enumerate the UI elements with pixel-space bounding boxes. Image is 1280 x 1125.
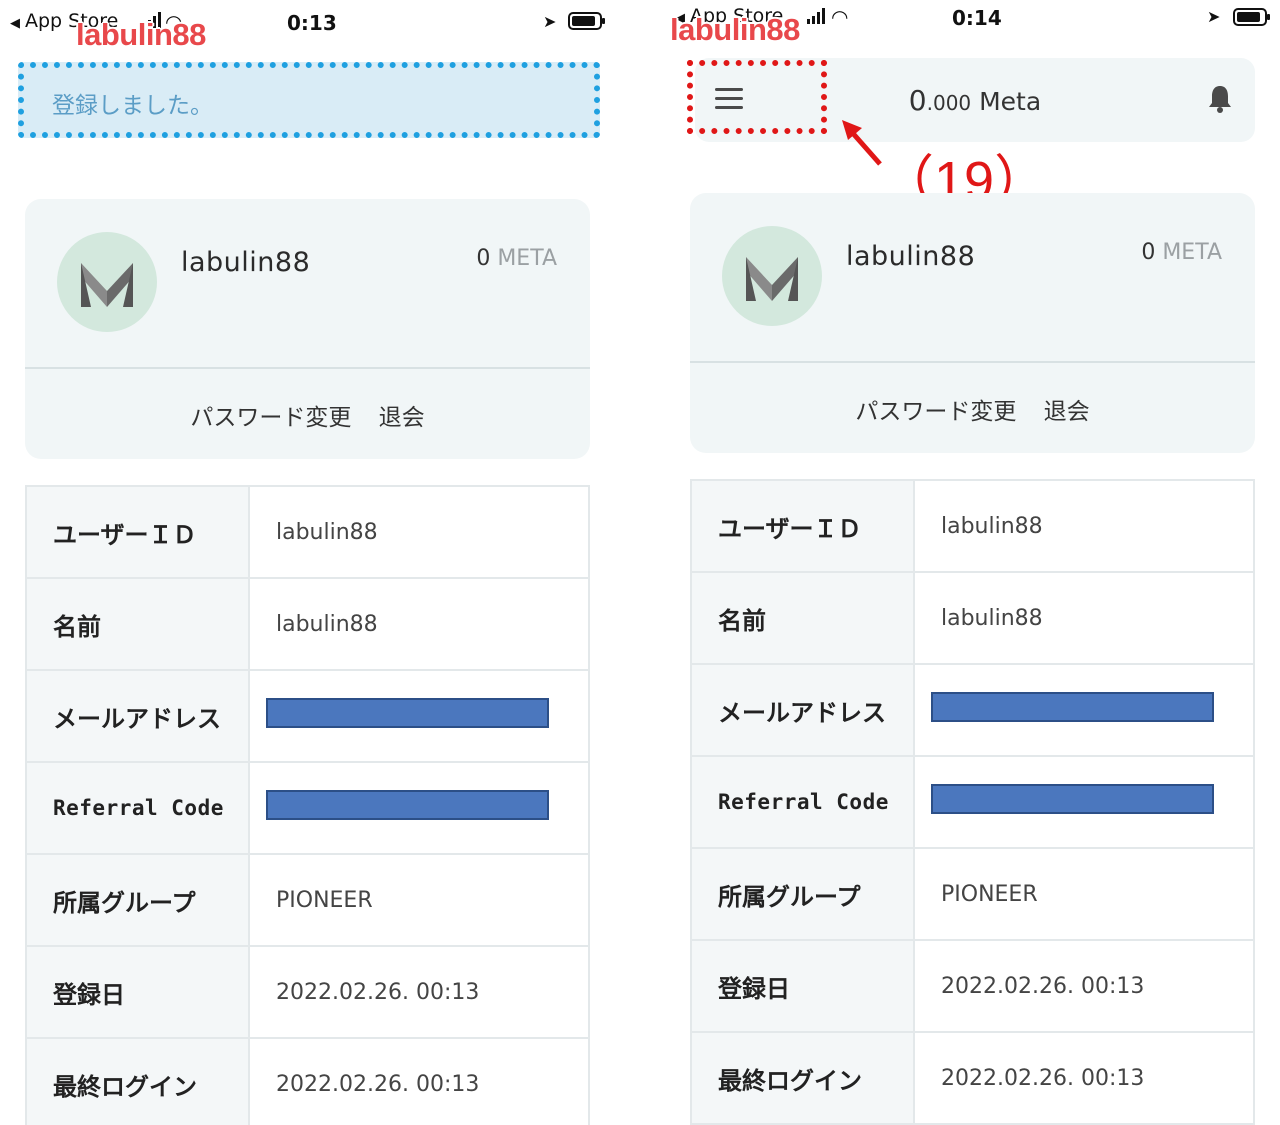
annotation-arrow-icon <box>842 120 882 166</box>
divider <box>690 361 1255 363</box>
table-row: Referral Code <box>26 762 589 855</box>
watermark: labulin88 <box>76 17 206 52</box>
avatar <box>57 232 157 332</box>
back-triangle-icon: ◀ <box>10 16 20 31</box>
signal-icon <box>807 8 825 24</box>
row-label: 所属グループ <box>26 854 250 947</box>
status-time: 0:14 <box>952 6 1002 30</box>
change-password-link[interactable]: パスワード変更 <box>855 399 1016 425</box>
account-actions: パスワード変更 退会 <box>25 398 590 432</box>
redaction-bar <box>931 692 1214 722</box>
row-value: 2022.02.26. 00:13 <box>249 946 589 1039</box>
profile-card: labulin88 0 META パスワード変更 退会 <box>690 193 1255 453</box>
row-label: Referral Code <box>26 762 250 855</box>
row-value <box>249 762 589 855</box>
change-password-link[interactable]: パスワード変更 <box>190 405 351 431</box>
row-label: 登録日 <box>691 940 915 1033</box>
row-value: labulin88 <box>249 486 589 579</box>
table-row: 所属グループ PIONEER <box>691 848 1254 941</box>
table-row: 所属グループ PIONEER <box>26 854 589 947</box>
row-value <box>914 756 1254 849</box>
account-actions: パスワード変更 退会 <box>690 392 1255 426</box>
row-label: 名前 <box>691 572 915 665</box>
divider <box>25 367 590 369</box>
flash-message-text: 登録しました。 <box>52 93 213 119</box>
meta-balance: 0 META <box>476 246 557 271</box>
username: labulin88 <box>181 247 311 278</box>
bell-icon[interactable] <box>1207 84 1233 114</box>
table-row: ユーザーＩＤ labulin88 <box>691 480 1254 573</box>
username: labulin88 <box>846 241 976 272</box>
row-label: 登録日 <box>26 946 250 1039</box>
table-row: Referral Code <box>691 756 1254 849</box>
location-arrow-icon: ➤ <box>543 12 557 31</box>
row-value <box>914 664 1254 757</box>
meta-logo-icon <box>746 257 798 301</box>
redaction-bar <box>266 698 549 728</box>
wifi-icon: ◠ <box>831 5 849 29</box>
row-value: 2022.02.26. 00:13 <box>249 1038 589 1125</box>
row-label: ユーザーＩＤ <box>691 480 915 573</box>
table-row: 名前 labulin88 <box>691 572 1254 665</box>
row-value: labulin88 <box>914 572 1254 665</box>
row-label: Referral Code <box>691 756 915 849</box>
row-value: 2022.02.26. 00:13 <box>914 1032 1254 1125</box>
meta-balance: 0 META <box>1141 240 1222 265</box>
table-row: 登録日 2022.02.26. 00:13 <box>691 940 1254 1033</box>
battery-icon <box>1233 8 1270 26</box>
highlight-box <box>687 60 827 134</box>
watermark: labulin88 <box>670 12 800 47</box>
battery-icon <box>568 12 605 30</box>
row-label: 最終ログイン <box>691 1032 915 1125</box>
redaction-bar <box>931 784 1214 814</box>
row-label: 最終ログイン <box>26 1038 250 1125</box>
table-row: 最終ログイン 2022.02.26. 00:13 <box>26 1038 589 1125</box>
redaction-bar <box>266 790 549 820</box>
table-row: 最終ログイン 2022.02.26. 00:13 <box>691 1032 1254 1125</box>
row-value: labulin88 <box>914 480 1254 573</box>
table-row: メールアドレス <box>691 664 1254 757</box>
row-label: 所属グループ <box>691 848 915 941</box>
flash-message: 登録しました。 <box>18 62 600 138</box>
right-screenshot: ◀ App Store ◠ 0:14 ➤ labulin88 0.000 Meta… <box>665 0 1280 1125</box>
avatar <box>722 226 822 326</box>
row-label: メールアドレス <box>691 664 915 757</box>
row-value: PIONEER <box>914 848 1254 941</box>
withdraw-link[interactable]: 退会 <box>1044 399 1090 425</box>
row-value <box>249 670 589 763</box>
table-row: 登録日 2022.02.26. 00:13 <box>26 946 589 1039</box>
row-value: labulin88 <box>249 578 589 671</box>
location-arrow-icon: ➤ <box>1207 7 1221 26</box>
meta-logo-icon <box>81 263 133 307</box>
table-row: 名前 labulin88 <box>26 578 589 671</box>
row-value: 2022.02.26. 00:13 <box>914 940 1254 1033</box>
profile-card: labulin88 0 META パスワード変更 退会 <box>25 199 590 459</box>
withdraw-link[interactable]: 退会 <box>379 405 425 431</box>
left-screenshot: ◀ App Store ◠ 0:13 ➤ labulin88 登録しました。 la… <box>0 0 610 1125</box>
row-label: 名前 <box>26 578 250 671</box>
status-time: 0:13 <box>287 11 337 35</box>
row-value: PIONEER <box>249 854 589 947</box>
account-info-table: ユーザーＩＤ labulin88 名前 labulin88 メールアドレス Re… <box>690 479 1255 1125</box>
row-label: メールアドレス <box>26 670 250 763</box>
account-info-table: ユーザーＩＤ labulin88 名前 labulin88 メールアドレス Re… <box>25 485 590 1125</box>
table-row: ユーザーＩＤ labulin88 <box>26 486 589 579</box>
row-label: ユーザーＩＤ <box>26 486 250 579</box>
table-row: メールアドレス <box>26 670 589 763</box>
